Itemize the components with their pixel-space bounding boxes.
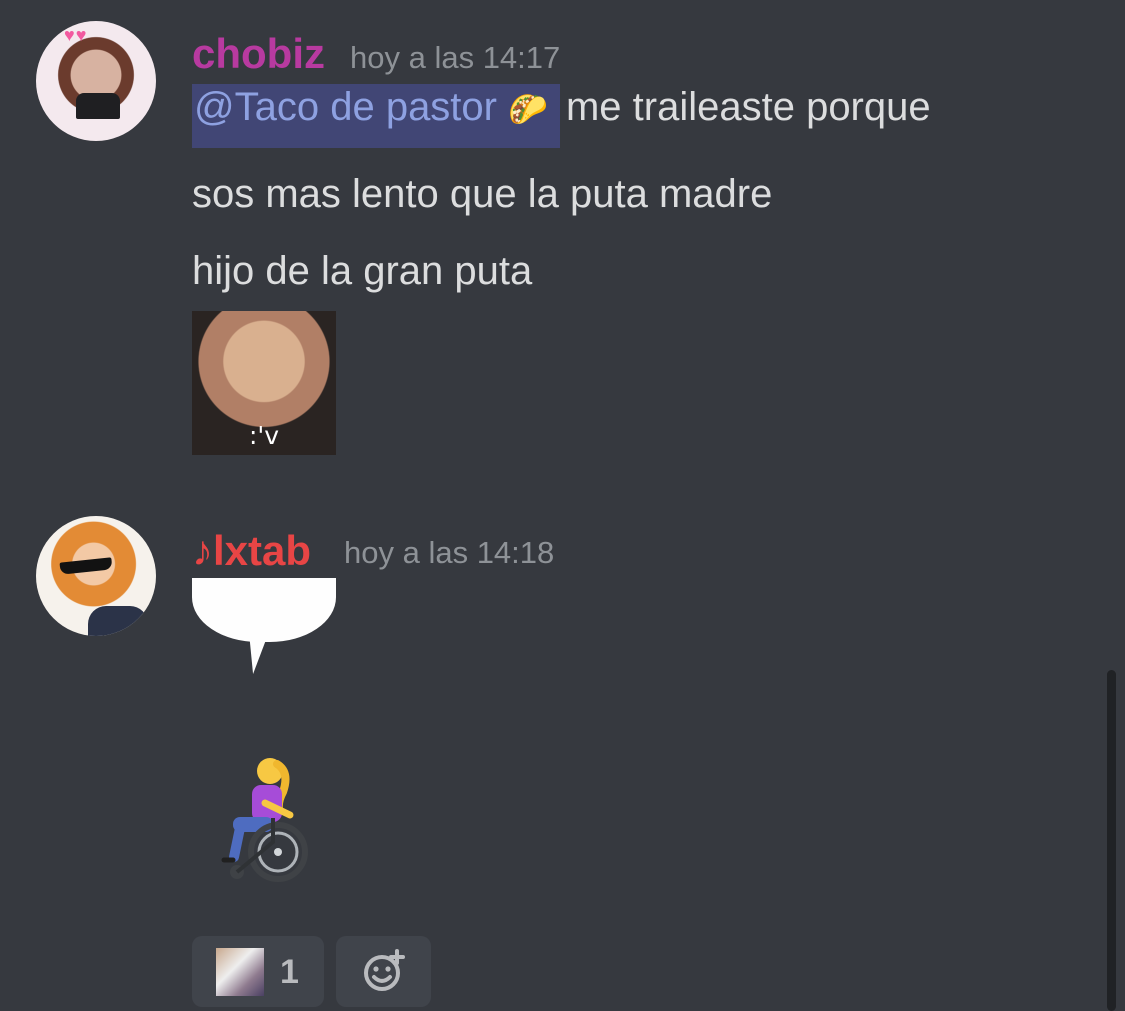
sticker-caption: :'v [249,421,280,450]
reaction-count: 1 [280,953,299,991]
woman-in-manual-wheelchair-icon [221,758,308,882]
heart-icons: ♥ ♥ [64,25,86,45]
message-line-3: hijo de la gran puta [192,249,533,293]
add-reaction-button[interactable] [336,936,431,1007]
avatar-figure [76,93,120,119]
chat-view: ♥ ♥ chobiz hoy a las 14:17 @Taco de past… [0,0,1125,1011]
message-text: me traileaste porque [565,85,931,129]
message-line-1: @Taco de pastor 🌮 me traileaste porque [192,84,931,148]
speech-bubble-sticker[interactable] [192,578,336,642]
face-sticker[interactable]: :'v [192,311,336,455]
taco-icon: 🌮 [508,90,548,128]
message-timestamp: hoy a las 14:17 [350,40,561,75]
message-timestamp: hoy a las 14:18 [344,535,555,570]
username-chobiz[interactable]: chobiz [192,33,325,75]
avatar-figure [88,606,148,636]
mention-text: @Taco de pastor [194,85,497,129]
custom-emoji-icon [216,948,264,996]
username-lxtab[interactable]: ♪lxtab [192,530,311,572]
avatar-lxtab[interactable] [36,516,156,636]
add-reaction-icon [364,949,405,991]
message-line-2: sos mas lento que la puta madre [192,172,773,216]
reaction-button[interactable]: 1 [192,936,324,1007]
scrollbar-thumb[interactable] [1107,670,1116,1011]
sunglasses-icon [59,557,113,575]
avatar-chobiz[interactable]: ♥ ♥ [36,21,156,141]
user-mention[interactable]: @Taco de pastor 🌮 [192,84,560,148]
